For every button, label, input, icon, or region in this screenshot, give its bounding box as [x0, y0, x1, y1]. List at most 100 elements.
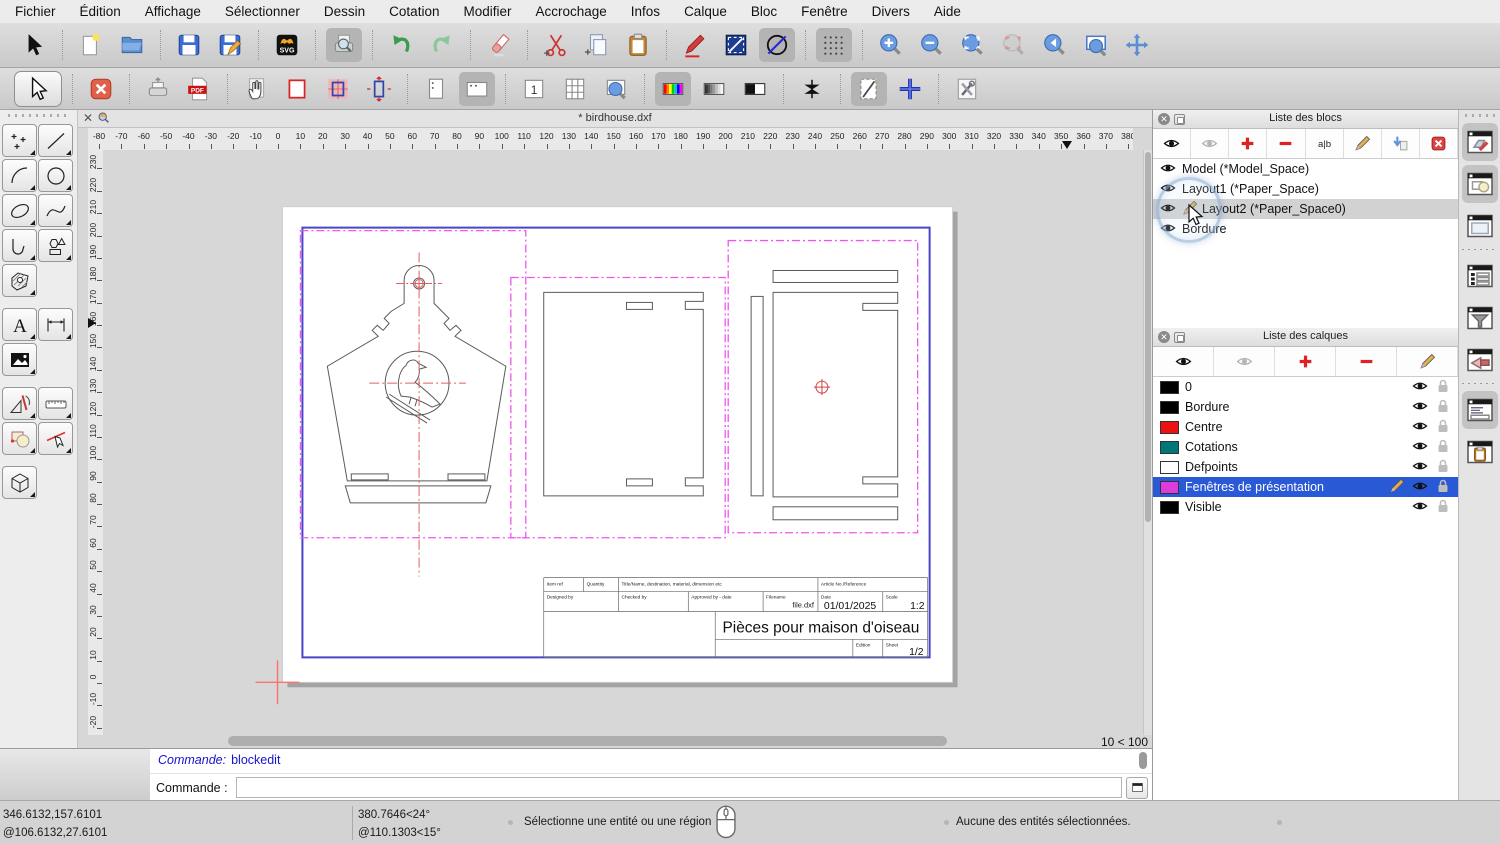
clipboard-panel-toggle-button[interactable]	[1462, 433, 1498, 471]
layer-visibility-eye-icon[interactable]	[1412, 398, 1428, 417]
panel-close-icon[interactable]: ✕	[1158, 113, 1170, 125]
menu-dessin[interactable]: Dessin	[324, 4, 365, 19]
deselect-all-button[interactable]	[759, 28, 795, 62]
multiple-pages-button[interactable]	[557, 72, 593, 106]
panel-float-icon[interactable]	[1174, 332, 1185, 343]
crosshair-toggle-button[interactable]	[892, 72, 928, 106]
selection-pointer-button[interactable]	[16, 28, 52, 62]
measure-tool-button[interactable]	[38, 387, 73, 420]
print-preview-button[interactable]	[326, 28, 362, 62]
ellipse-tool-button[interactable]	[2, 194, 37, 227]
menu-fichier[interactable]: Fichier	[15, 4, 56, 19]
layer-row[interactable]: Cotations	[1153, 437, 1458, 457]
hide-all-blocks-button[interactable]	[1191, 129, 1230, 158]
menu-edition[interactable]: Édition	[80, 4, 121, 19]
arc-tool-button[interactable]	[2, 159, 37, 192]
menu-infos[interactable]: Infos	[631, 4, 660, 19]
layer-row[interactable]: Centre	[1153, 417, 1458, 437]
block-visibility-eye-icon[interactable]	[1160, 160, 1176, 179]
grayscale-mode-button[interactable]	[696, 72, 732, 106]
auto-zoom-button[interactable]	[955, 28, 991, 62]
layer-row[interactable]: 0	[1153, 377, 1458, 397]
zoom-out-button[interactable]	[914, 28, 950, 62]
layer-row[interactable]: Bordure	[1153, 397, 1458, 417]
draw-modify-button[interactable]	[677, 28, 713, 62]
new-file-button[interactable]	[73, 28, 109, 62]
spline-tool-button[interactable]	[38, 194, 73, 227]
auto-fit-drawing-button[interactable]	[320, 72, 356, 106]
redo-button[interactable]	[424, 28, 460, 62]
edit-block-button[interactable]	[1344, 129, 1382, 158]
copy-button[interactable]	[579, 28, 615, 62]
menu-accrochage[interactable]: Accrochage	[535, 4, 606, 19]
menu-affichage[interactable]: Affichage	[145, 4, 201, 19]
point-tool-button[interactable]	[2, 124, 37, 157]
preferences-button[interactable]	[949, 72, 985, 106]
delete-entities-button[interactable]	[481, 28, 517, 62]
layer-visibility-eye-icon[interactable]	[1412, 478, 1428, 497]
layer-visibility-eye-icon[interactable]	[1412, 378, 1428, 397]
hairline-mode-button[interactable]	[794, 72, 830, 106]
window-zoom-button[interactable]	[1078, 28, 1114, 62]
drawing-canvas[interactable]: Item ref Quantity Title/Name, destinatio…	[103, 150, 1143, 735]
zoom-to-page-button[interactable]	[598, 72, 634, 106]
portrait-orientation-button[interactable]	[418, 72, 454, 106]
single-page-button[interactable]: 1	[516, 72, 552, 106]
full-color-mode-button[interactable]	[655, 71, 691, 106]
panel-close-icon[interactable]: ✕	[1158, 331, 1170, 343]
menu-selectionner[interactable]: Sélectionner	[225, 4, 300, 19]
add-layer-button[interactable]	[1275, 347, 1336, 376]
command-line-toggle-button[interactable]	[1461, 391, 1498, 429]
layer-visibility-eye-icon[interactable]	[1412, 458, 1428, 477]
menu-cotation[interactable]: Cotation	[389, 4, 439, 19]
command-input[interactable]	[235, 777, 1122, 798]
layer-lock-icon[interactable]	[1435, 458, 1451, 477]
modify-tools-button[interactable]	[2, 422, 37, 455]
cut-button[interactable]	[538, 28, 574, 62]
circle-tool-button[interactable]	[38, 159, 73, 192]
undo-button[interactable]	[383, 28, 419, 62]
close-print-preview-button[interactable]	[83, 72, 119, 106]
selection-mode-button[interactable]	[718, 28, 754, 62]
menu-calque[interactable]: Calque	[684, 4, 727, 19]
views-panel-toggle-button[interactable]	[1462, 207, 1498, 245]
save-as-button[interactable]	[212, 28, 248, 62]
menu-bloc[interactable]: Bloc	[751, 4, 777, 19]
rename-block-button[interactable]: a|b	[1306, 129, 1344, 158]
layer-lock-icon[interactable]	[1435, 418, 1451, 437]
purge-block-button[interactable]	[1420, 129, 1458, 158]
move-paper-position-button[interactable]	[238, 72, 274, 106]
shape-tool-button[interactable]	[38, 229, 73, 262]
svg-export-button[interactable]: SVG	[269, 28, 305, 62]
snap-tools-button[interactable]	[38, 422, 73, 455]
polyline-tool-button[interactable]	[2, 229, 37, 262]
black-white-mode-button[interactable]	[737, 72, 773, 106]
canvas-vertical-scrollbar[interactable]	[1143, 150, 1152, 735]
selection-tool-button[interactable]	[14, 70, 62, 107]
layer-visibility-eye-icon[interactable]	[1412, 498, 1428, 517]
draw-tools-button[interactable]	[2, 387, 37, 420]
draft-mode-button[interactable]	[851, 71, 887, 106]
menu-divers[interactable]: Divers	[872, 4, 910, 19]
show-all-blocks-button[interactable]	[1153, 129, 1192, 158]
layer-row[interactable]: Visible	[1153, 497, 1458, 517]
layer-row[interactable]: Fenêtres de présentation	[1153, 477, 1458, 497]
projection-panel-toggle-button[interactable]	[1462, 341, 1498, 379]
history-scrollbar[interactable]	[1139, 752, 1147, 769]
v-scroll-thumb[interactable]	[1145, 152, 1151, 522]
layer-visibility-eye-icon[interactable]	[1412, 438, 1428, 457]
print-button[interactable]	[140, 72, 176, 106]
library-browser-toggle-button[interactable]	[1462, 257, 1498, 295]
add-block-button[interactable]	[1229, 129, 1268, 158]
layer-row[interactable]: Defpoints	[1153, 457, 1458, 477]
open-file-button[interactable]	[114, 28, 150, 62]
layer-lock-icon[interactable]	[1435, 498, 1451, 517]
layer-lock-icon[interactable]	[1435, 378, 1451, 397]
image-tool-button[interactable]	[2, 343, 37, 376]
menu-fenetre[interactable]: Fenêtre	[801, 4, 848, 19]
layer-lock-icon[interactable]	[1435, 438, 1451, 457]
remove-layer-button[interactable]	[1336, 347, 1397, 376]
text-tool-button[interactable]: A	[2, 308, 37, 341]
insert-block-button[interactable]	[1382, 129, 1420, 158]
edit-layer-button[interactable]	[1397, 347, 1458, 376]
